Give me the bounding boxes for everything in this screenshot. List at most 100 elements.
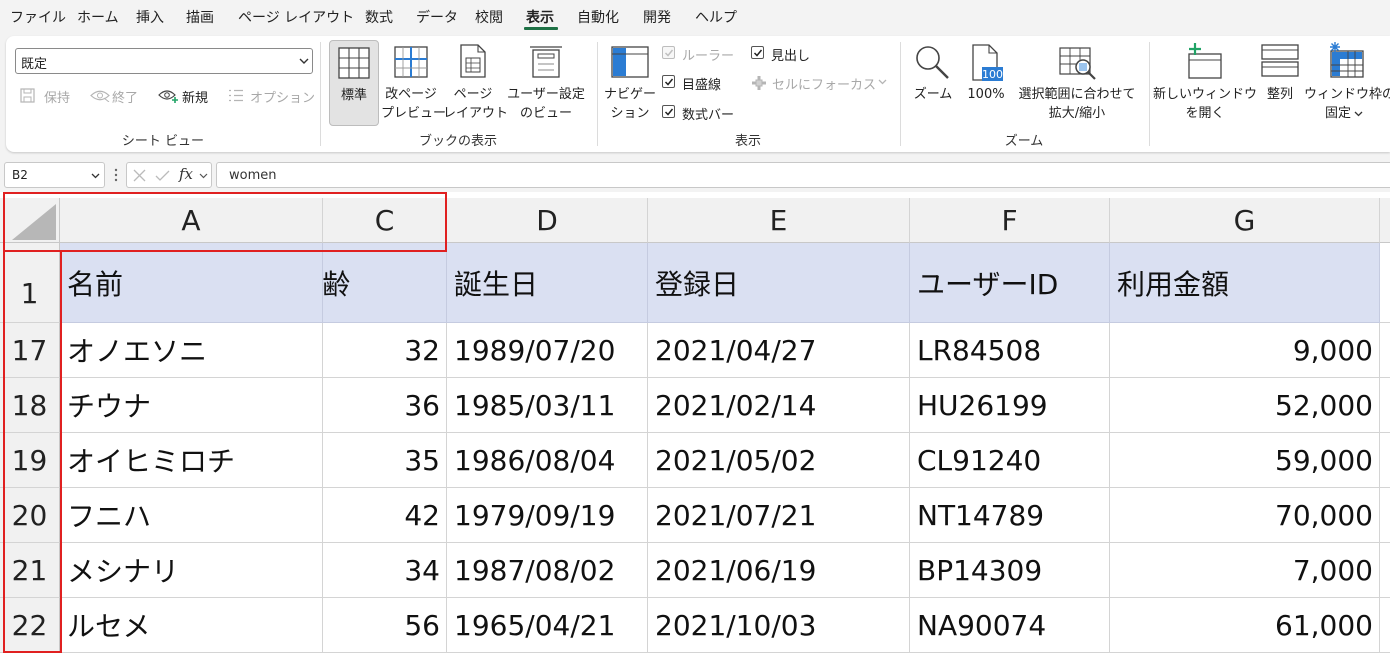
cell-name[interactable]: フニハ [60,488,323,543]
custom-views-button[interactable]: ユーザー設定 のビュー [503,40,589,126]
tab-review[interactable]: 校閲 [475,7,503,27]
cell-registered[interactable]: 2021/10/03 [648,598,910,653]
group-label-show: 表示 [734,134,762,149]
row-header[interactable]: 22 [0,598,60,653]
column-header-e[interactable]: E [648,198,910,243]
row-header[interactable]: 21 [0,543,60,598]
tab-automate[interactable]: 自動化 [577,7,619,27]
row-header[interactable]: 18 [0,378,60,433]
cell-overflow[interactable] [1380,488,1390,543]
cell-overflow[interactable] [1380,323,1390,378]
cell-user-id[interactable]: NA90074 [910,598,1110,653]
cell-registered[interactable]: 2021/05/02 [648,433,910,488]
column-header-next[interactable] [1380,198,1390,243]
cell-overflow[interactable] [1380,543,1390,598]
navigation-pane-icon [611,46,649,78]
cell-name[interactable]: ルセメ [60,598,323,653]
cell-amount[interactable]: 9,000 [1110,323,1380,378]
column-header-g[interactable]: G [1110,198,1380,243]
cell-overflow[interactable] [1380,378,1390,433]
cell-registered[interactable]: 2021/02/14 [648,378,910,433]
navigation-button[interactable]: ナビゲー ション [601,40,659,126]
cell-user-id[interactable]: NT14789 [910,488,1110,543]
row-header[interactable]: 20 [0,488,60,543]
cell-age[interactable]: 32 [323,323,447,378]
enter-icon[interactable] [155,169,170,182]
cell-overflow[interactable] [1380,243,1390,323]
cell-user-id[interactable]: LR84508 [910,323,1110,378]
normal-view-button[interactable]: 標準 [329,40,379,126]
zoom-to-selection-button[interactable]: 選択範囲に合わせて 拡大/縮小 [1012,40,1142,126]
cell-birthday[interactable]: 1989/07/20 [447,323,648,378]
cell-amount[interactable]: 7,000 [1110,543,1380,598]
group-separator [1149,42,1150,146]
page-break-preview-button[interactable]: 改ページ プレビュー [381,40,446,126]
eye-plus-icon [158,90,178,103]
tab-draw[interactable]: 描画 [186,7,214,27]
insert-function-icon[interactable]: fx [179,165,193,183]
cell-registered[interactable]: 2021/04/27 [648,323,910,378]
cell-amount[interactable]: 61,000 [1110,598,1380,653]
tab-file[interactable]: ファイル [10,7,66,27]
tab-formulas[interactable]: 数式 [365,7,393,27]
cell-registered[interactable]: 2021/07/21 [648,488,910,543]
column-header-c[interactable]: C [323,198,447,243]
cell-user-id[interactable]: BP14309 [910,543,1110,598]
row-header-1[interactable]: 1 [0,243,60,323]
cell-age[interactable]: 34 [323,543,447,598]
cell-birthday[interactable]: 1965/04/21 [447,598,648,653]
header-cell-name[interactable]: 名前 [60,243,323,323]
tab-developer[interactable]: 開発 [643,7,671,27]
cell-age[interactable]: 35 [323,433,447,488]
cell-overflow[interactable] [1380,598,1390,653]
cell-amount[interactable]: 70,000 [1110,488,1380,543]
cell-amount[interactable]: 59,000 [1110,433,1380,488]
arrange-all-button[interactable]: 整列 [1258,40,1302,126]
select-all-corner[interactable] [0,198,60,243]
formula-input[interactable]: women [216,162,1390,188]
cell-birthday[interactable]: 1987/08/02 [447,543,648,598]
name-box[interactable]: B2 [4,162,105,188]
cell-overflow[interactable] [1380,433,1390,488]
cell-name[interactable]: メシナリ [60,543,323,598]
cell-amount[interactable]: 52,000 [1110,378,1380,433]
cell-user-id[interactable]: CL91240 [910,433,1110,488]
column-header-f[interactable]: F [910,198,1110,243]
cell-birthday[interactable]: 1979/09/19 [447,488,648,543]
tab-page-layout[interactable]: ページ レイアウト [238,7,354,27]
cell-age[interactable]: 36 [323,378,447,433]
splitter-icon[interactable] [114,167,118,183]
cell-age[interactable]: 56 [323,598,447,653]
header-cell-age[interactable]: .齢 [323,243,447,323]
cell-birthday[interactable]: 1986/08/04 [447,433,648,488]
cell-name[interactable]: チウナ [60,378,323,433]
cancel-icon[interactable] [133,169,146,182]
column-header-d[interactable]: D [447,198,648,243]
new-window-button[interactable]: 新しいウィンドウ を開く [1152,40,1258,126]
zoom-button[interactable]: ズーム [908,40,958,126]
cell-registered[interactable]: 2021/06/19 [648,543,910,598]
tab-view[interactable]: 表示 [526,7,554,27]
row-header[interactable]: 17 [0,323,60,378]
row-header[interactable]: 19 [0,433,60,488]
focus-cell-icon [752,76,766,90]
column-header-a[interactable]: A [60,198,323,243]
cell-birthday[interactable]: 1985/03/11 [447,378,648,433]
freeze-panes-button[interactable]: ウィンドウ枠の 固定 [1304,40,1390,126]
group-separator [597,42,598,146]
tab-home[interactable]: ホーム [77,7,119,27]
tab-help[interactable]: ヘルプ [695,7,737,27]
tab-data[interactable]: データ [416,7,458,27]
page-layout-view-button[interactable]: ページ レイアウト [443,40,508,126]
cell-age[interactable]: 42 [323,488,447,543]
cell-name[interactable]: オイヒミロチ [60,433,323,488]
sheet-view-dropdown[interactable]: 既定 [15,48,313,74]
header-cell-birthday[interactable]: 誕生日 [447,243,648,323]
header-cell-user-id[interactable]: ユーザーID [910,243,1110,323]
cell-name[interactable]: オノエソニ [60,323,323,378]
header-cell-amount[interactable]: 利用金額 [1110,243,1380,323]
cell-user-id[interactable]: HU26199 [910,378,1110,433]
tab-insert[interactable]: 挿入 [136,7,164,27]
zoom-100-button[interactable]: 100 100% [961,40,1011,126]
header-cell-registered[interactable]: 登録日 [648,243,910,323]
